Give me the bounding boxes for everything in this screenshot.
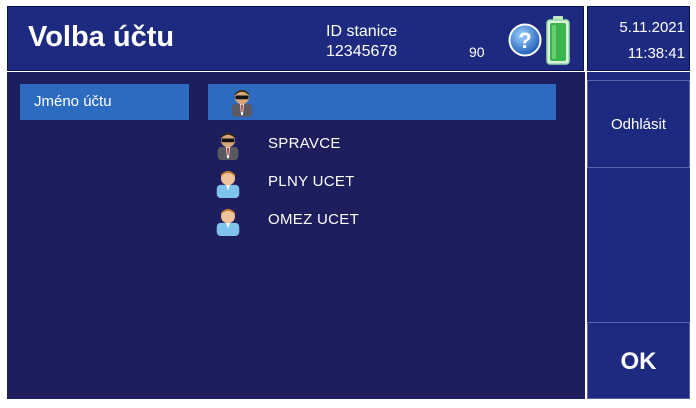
battery-icon [546, 16, 570, 65]
station-id-label: ID stanice [326, 23, 398, 40]
account-item-plny-ucet[interactable]: PLNY UCET [213, 166, 543, 200]
user-avatar-icon [216, 170, 240, 198]
header-bar: Volba účtu ID stanice 12345678 90 ? [7, 6, 584, 71]
logout-button[interactable]: Odhlásit [587, 80, 690, 168]
account-item-label: SPRAVCE [268, 135, 341, 152]
user-avatar-icon [216, 208, 240, 236]
battery-percent: 90 [469, 44, 485, 60]
account-item-label: OMEZ UCET [268, 211, 360, 228]
account-item-label: PLNY UCET [268, 173, 355, 190]
admin-avatar-icon [231, 89, 253, 117]
account-name-label: Jméno účtu [20, 84, 189, 120]
help-icon[interactable]: ? [508, 23, 542, 57]
ok-button[interactable]: OK [587, 322, 690, 399]
time-display: 11:38:41 [627, 45, 685, 62]
svg-text:?: ? [518, 28, 531, 53]
date-display: 5.11.2021 [619, 19, 685, 36]
screen: Volba účtu ID stanice 12345678 90 ? 5.11… [0, 0, 696, 408]
account-item-omez-ucet[interactable]: OMEZ UCET [213, 204, 543, 238]
account-item-spravce[interactable]: SPRAVCE [213, 128, 543, 162]
account-select[interactable] [208, 84, 556, 120]
datetime-box: 5.11.2021 11:38:41 [587, 6, 690, 71]
page-title: Volba účtu [28, 21, 175, 53]
admin-avatar-icon [217, 132, 239, 160]
station-id-value: 12345678 [326, 43, 398, 60]
